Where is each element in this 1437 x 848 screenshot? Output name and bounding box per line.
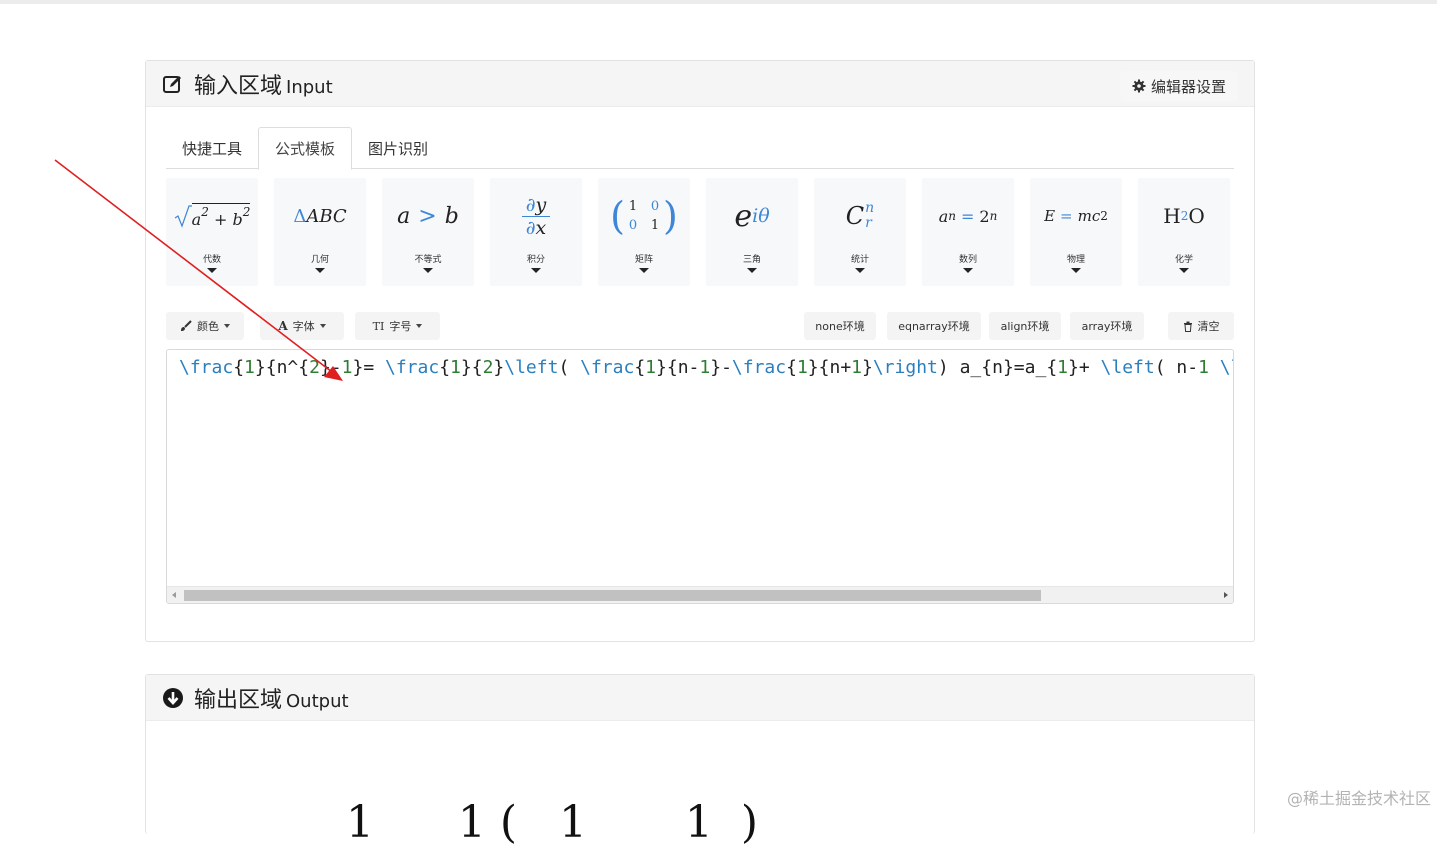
template-inequality-preview: a > b	[382, 190, 474, 242]
template-chemistry-label: 化学	[1138, 252, 1230, 265]
latex-code-line[interactable]: \frac{1}{n^{2}-1}= \frac{1}{2}\left( \fr…	[179, 356, 1234, 380]
input-panel-header: 输入区域Input 编辑器设置	[146, 61, 1254, 107]
template-statistics[interactable]: Cnr 统计	[814, 178, 906, 286]
font-dropdown[interactable]: A 字体	[260, 312, 344, 340]
template-statistics-preview: Cnr	[814, 190, 906, 242]
gear-icon	[1132, 79, 1146, 93]
tab-image-recognition[interactable]: 图片识别	[352, 127, 444, 169]
template-matrix-preview: ( 1001 )	[598, 190, 690, 242]
tab-formula-templates[interactable]: 公式模板	[258, 127, 352, 170]
edit-icon	[162, 73, 184, 95]
template-inequality[interactable]: a > b 不等式	[382, 178, 474, 286]
input-title-zh: 输入区域	[194, 74, 282, 99]
chevron-down-icon	[207, 268, 217, 273]
template-geometry-preview: ΔABC	[274, 190, 366, 242]
color-label: 颜色	[197, 318, 219, 334]
chevron-down-icon	[963, 268, 973, 273]
env-align-button[interactable]: align环境	[989, 312, 1061, 340]
template-integral-preview: ∂y∂x	[490, 190, 582, 242]
tab-quick-tools-label: 快捷工具	[182, 138, 242, 159]
tab-quick-tools[interactable]: 快捷工具	[166, 127, 258, 169]
font-icon: A	[278, 319, 287, 333]
template-sequence[interactable]: an=2n 数列	[922, 178, 1014, 286]
brush-icon	[180, 320, 192, 332]
input-panel: 输入区域Input 编辑器设置 快捷工具 公式模板 图片识别 a2 + b2 代…	[145, 60, 1255, 642]
template-trig[interactable]: eiθ 三角	[706, 178, 798, 286]
clear-label: 清空	[1198, 318, 1220, 334]
template-algebra-preview: a2 + b2	[166, 190, 258, 242]
clear-button[interactable]: 清空	[1168, 312, 1234, 340]
template-algebra[interactable]: a2 + b2 代数	[166, 178, 258, 286]
output-title-zh: 输出区域	[194, 688, 282, 713]
env-eqnarray-button[interactable]: eqnarray环境	[887, 312, 981, 340]
output-title-en: Output	[286, 691, 349, 712]
caret-down-icon	[320, 324, 326, 328]
template-sequence-label: 数列	[922, 252, 1014, 265]
circle-arrow-down-icon	[162, 687, 184, 709]
output-panel: 输出区域Output 1 1 ( 1 1 )	[145, 674, 1255, 834]
template-integral[interactable]: ∂y∂x 积分	[490, 178, 582, 286]
caret-down-icon	[224, 324, 230, 328]
chevron-down-icon	[639, 268, 649, 273]
input-panel-title: 输入区域Input	[194, 68, 333, 100]
template-trig-preview: eiθ	[706, 190, 798, 242]
chevron-down-icon	[531, 268, 541, 273]
env-none-button[interactable]: none环境	[804, 312, 876, 340]
template-physics-label: 物理	[1030, 252, 1122, 265]
chevron-down-icon	[855, 268, 865, 273]
template-matrix[interactable]: ( 1001 ) 矩阵	[598, 178, 690, 286]
rendered-formula-preview: 1 1 ( 1 1 )	[346, 797, 758, 848]
text-size-icon: TI	[373, 320, 385, 333]
color-dropdown[interactable]: 颜色	[166, 312, 244, 340]
output-panel-header: 输出区域Output	[146, 675, 1254, 721]
env-align-label: align环境	[1001, 318, 1050, 334]
template-physics-preview: E=mc2	[1030, 190, 1122, 242]
env-array-button[interactable]: array环境	[1070, 312, 1144, 340]
font-label: 字体	[293, 318, 315, 334]
template-statistics-label: 统计	[814, 252, 906, 265]
template-integral-label: 积分	[490, 252, 582, 265]
template-matrix-label: 矩阵	[598, 252, 690, 265]
env-array-label: array环境	[1082, 318, 1133, 334]
editor-settings-label: 编辑器设置	[1151, 76, 1226, 97]
chevron-down-icon	[423, 268, 433, 273]
template-chemistry[interactable]: H2O 化学	[1138, 178, 1230, 286]
scroll-left-icon[interactable]	[172, 592, 176, 598]
chevron-down-icon	[1179, 268, 1189, 273]
template-sequence-preview: an=2n	[922, 190, 1014, 242]
tab-image-recognition-label: 图片识别	[368, 138, 428, 159]
tab-formula-templates-label: 公式模板	[275, 138, 335, 159]
template-list: a2 + b2 代数 ΔABC 几何 a > b 不等式 ∂y∂x 积分 ( 1…	[166, 178, 1234, 286]
output-panel-title: 输出区域Output	[194, 682, 349, 714]
env-none-label: none环境	[815, 318, 864, 334]
editor-toolbar: 颜色 A 字体 TI 字号 none环境 eqnarray环境 align环境 …	[166, 312, 1234, 340]
template-chemistry-preview: H2O	[1138, 190, 1230, 242]
editor-settings-button[interactable]: 编辑器设置	[1120, 71, 1238, 101]
font-size-dropdown[interactable]: TI 字号	[355, 312, 440, 340]
size-label: 字号	[389, 318, 411, 334]
chevron-down-icon	[315, 268, 325, 273]
input-title-en: Input	[286, 77, 333, 98]
chevron-down-icon	[1071, 268, 1081, 273]
input-tabs: 快捷工具 公式模板 图片识别	[166, 127, 1234, 169]
top-border-strip	[0, 0, 1437, 4]
horizontal-scrollbar[interactable]	[167, 586, 1233, 603]
trash-icon	[1183, 321, 1193, 332]
env-eqnarray-label: eqnarray环境	[898, 318, 970, 334]
template-physics[interactable]: E=mc2 物理	[1030, 178, 1122, 286]
template-algebra-label: 代数	[166, 252, 258, 265]
scroll-right-icon[interactable]	[1224, 592, 1228, 598]
template-geometry-label: 几何	[274, 252, 366, 265]
caret-down-icon	[416, 324, 422, 328]
template-trig-label: 三角	[706, 252, 798, 265]
scrollbar-thumb[interactable]	[184, 590, 1041, 601]
watermark: @稀土掘金技术社区	[1287, 785, 1431, 809]
template-geometry[interactable]: ΔABC 几何	[274, 178, 366, 286]
chevron-down-icon	[747, 268, 757, 273]
latex-editor[interactable]: \frac{1}{n^{2}-1}= \frac{1}{2}\left( \fr…	[166, 349, 1234, 604]
template-inequality-label: 不等式	[382, 252, 474, 265]
